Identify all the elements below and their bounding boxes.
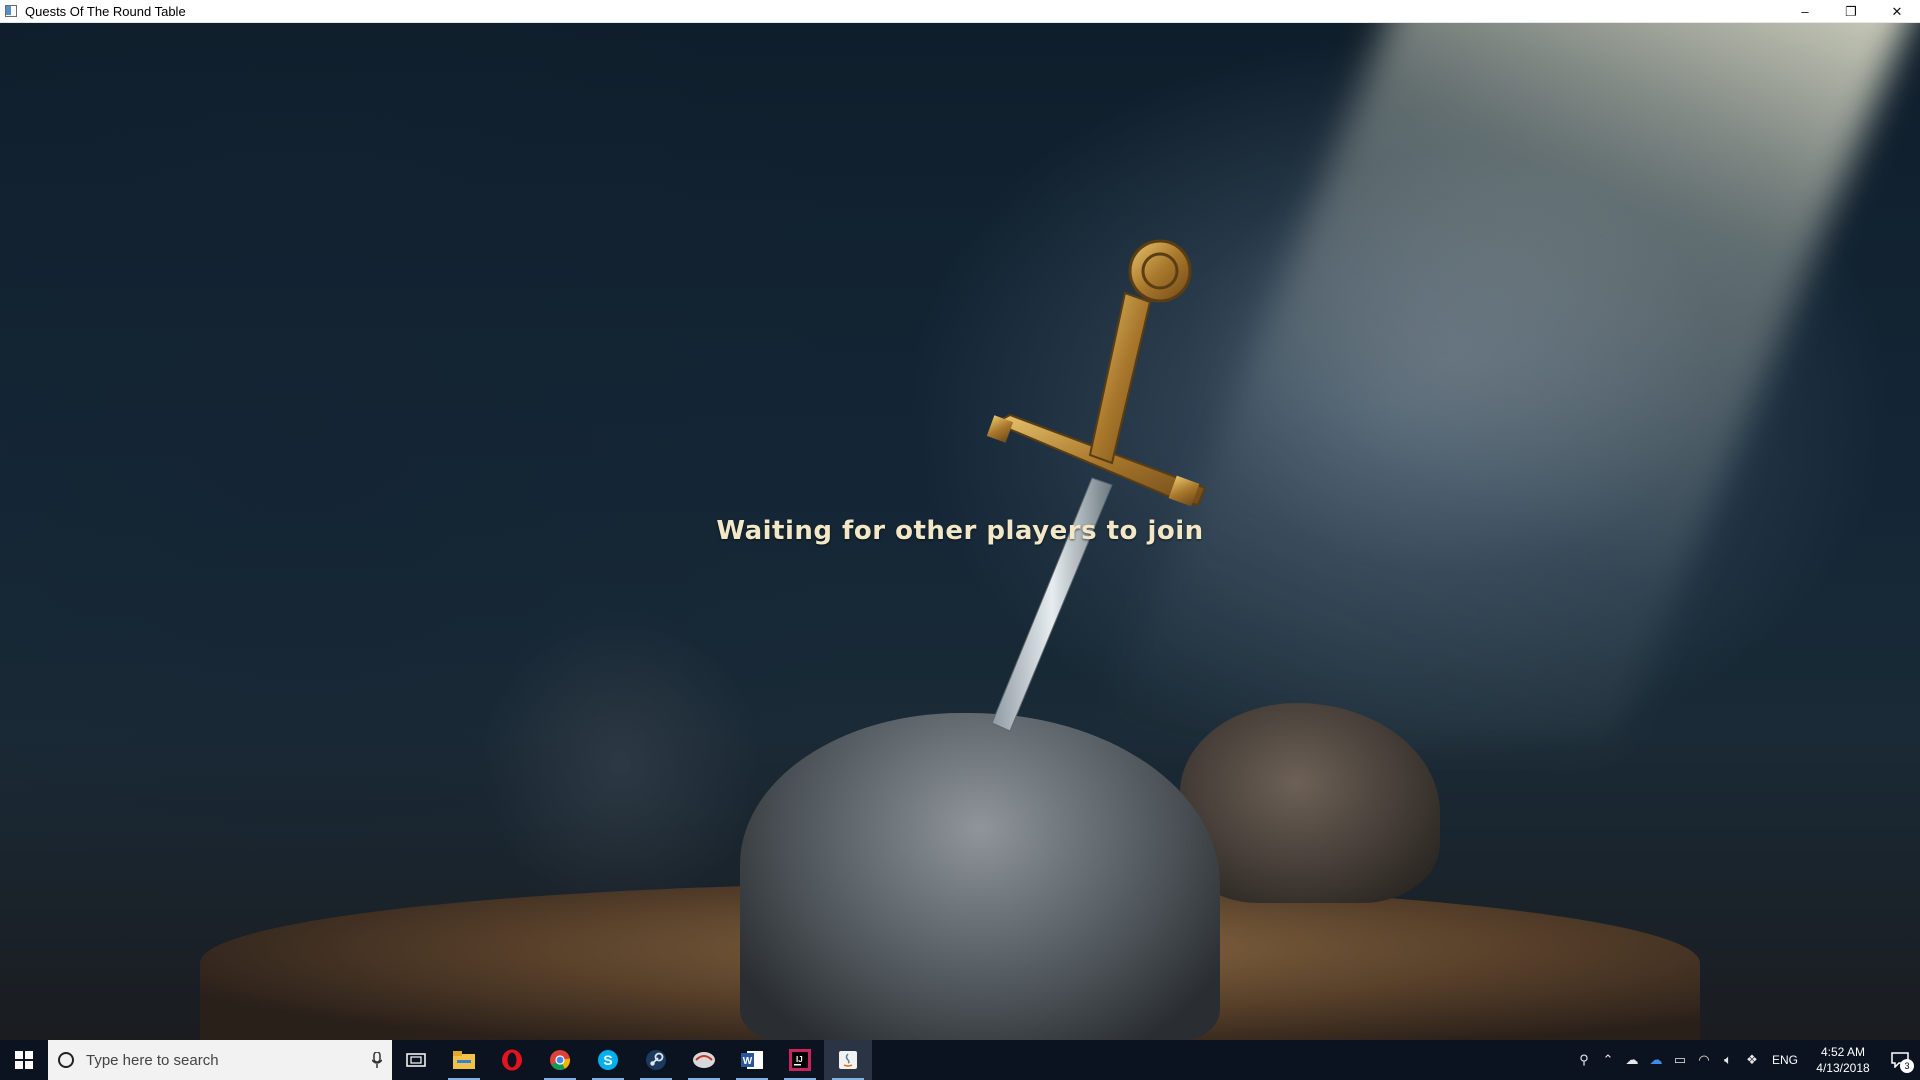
window-titlebar: Quests Of The Round Table – ❐ ✕ [0, 0, 1920, 23]
show-hidden-icons-chevron-icon[interactable]: ⌃ [1596, 1040, 1620, 1080]
waiting-status-message: Waiting for other players to join [716, 516, 1204, 546]
task-view-icon[interactable] [392, 1040, 440, 1080]
system-tray: ⚲ ⌃ ☁ ☁ ▭ ◠ 🔈︎ ❖ ENG 4:52 AM 4/13/2018 3 [1572, 1040, 1920, 1080]
game-launcher-icon[interactable] [680, 1040, 728, 1080]
java-icon[interactable] [824, 1040, 872, 1080]
minimize-button[interactable]: – [1782, 0, 1828, 23]
action-center-button[interactable]: 3 [1880, 1040, 1920, 1080]
onedrive-icon[interactable]: ☁ [1620, 1040, 1644, 1080]
restore-button[interactable]: ❐ [1828, 0, 1874, 23]
close-button[interactable]: ✕ [1874, 0, 1920, 23]
onedrive-business-icon[interactable]: ☁ [1644, 1040, 1668, 1080]
notification-count-badge: 3 [1900, 1059, 1914, 1073]
clock-date: 4/13/2018 [1816, 1061, 1870, 1075]
window-title: Quests Of The Round Table [25, 3, 186, 19]
game-background: Waiting for other players to join [0, 23, 1920, 1040]
file-explorer-icon[interactable] [440, 1040, 488, 1080]
search-placeholder: Type here to search [86, 1051, 219, 1069]
opera-icon[interactable] [488, 1040, 536, 1080]
svg-text:W: W [743, 1056, 753, 1067]
start-button[interactable] [0, 1040, 48, 1080]
skype-icon[interactable]: S [584, 1040, 632, 1080]
window-controls: – ❐ ✕ [1782, 0, 1920, 23]
people-icon[interactable]: ⚲ [1572, 1040, 1596, 1080]
intellij-icon[interactable]: IJ [776, 1040, 824, 1080]
cortana-icon [58, 1052, 74, 1068]
clock[interactable]: 4:52 AM 4/13/2018 [1806, 1044, 1880, 1076]
dropbox-icon[interactable]: ❖ [1740, 1040, 1764, 1080]
taskbar: Type here to search S W IJ ⚲ ⌃ ☁ ☁ ▭ ◠ 🔈… [0, 1040, 1920, 1080]
sword-stone [740, 713, 1220, 1040]
language-indicator[interactable]: ENG [1764, 1053, 1806, 1067]
svg-text:IJ: IJ [796, 1055, 803, 1064]
app-icon [4, 4, 18, 18]
windows-logo-icon [15, 1051, 33, 1069]
steam-icon[interactable] [632, 1040, 680, 1080]
taskbar-search-box[interactable]: Type here to search [48, 1040, 392, 1080]
word-icon[interactable]: W [728, 1040, 776, 1080]
microphone-icon[interactable] [362, 1052, 392, 1068]
battery-icon[interactable]: ▭ [1668, 1040, 1692, 1080]
clock-time: 4:52 AM [1820, 1045, 1866, 1059]
volume-icon[interactable]: 🔈︎ [1716, 1040, 1740, 1080]
wifi-icon[interactable]: ◠ [1692, 1040, 1716, 1080]
taskbar-apps: S W IJ [392, 1040, 872, 1080]
chrome-icon[interactable] [536, 1040, 584, 1080]
svg-text:S: S [603, 1052, 612, 1068]
